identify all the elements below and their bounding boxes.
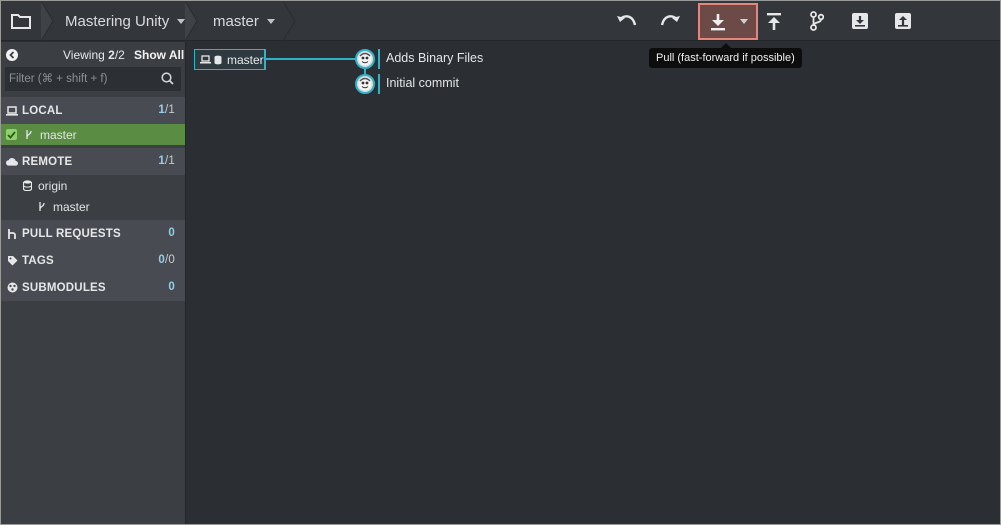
chevron-down-icon (266, 18, 275, 24)
branch-label-master[interactable]: master (194, 49, 266, 70)
commit-row-bar (378, 74, 380, 94)
pull-icon (711, 13, 725, 30)
branch-tag-label: master (227, 52, 264, 67)
remote-count: 1/1 (158, 155, 175, 167)
submodule-icon (6, 282, 18, 293)
repo-name: Mastering Unity (65, 12, 170, 30)
local-section-header[interactable]: LOCAL 1/1 (1, 97, 185, 124)
avatar[interactable] (355, 74, 375, 94)
pop-icon (895, 13, 911, 29)
redo-icon (660, 15, 680, 26)
pull-requests-label: PULL REQUESTS (22, 227, 121, 240)
toolbar: Mastering Unity master (1, 1, 1000, 41)
pop-button[interactable] (887, 5, 919, 37)
branch-selector[interactable]: master (213, 1, 275, 41)
local-label: LOCAL (22, 104, 63, 117)
database-icon (23, 180, 32, 191)
stash-icon (852, 13, 868, 29)
repo-selector[interactable]: Mastering Unity (65, 1, 186, 41)
breadcrumb-separator (283, 1, 296, 41)
branch-icon (810, 11, 824, 31)
push-icon (767, 13, 781, 30)
stash-button[interactable] (844, 5, 876, 37)
branch-link-line (266, 58, 356, 60)
pull-requests-count: 0 (168, 227, 175, 239)
commit-message[interactable]: Adds Binary Files (386, 51, 483, 65)
remote-branch-label: master (53, 199, 90, 214)
tags-label: TAGS (22, 254, 54, 267)
redo-button[interactable] (654, 5, 686, 37)
breadcrumb-separator (41, 1, 54, 41)
viewing-count: Viewing 2/2 (63, 48, 125, 62)
open-repo-button[interactable] (1, 1, 41, 41)
tags-section-header[interactable]: TAGS 0/0 (1, 247, 185, 274)
remote-origin[interactable]: origin (1, 175, 185, 196)
cloud-icon (6, 157, 18, 166)
viewing-label: Viewing (63, 48, 105, 62)
branch-name: master (213, 12, 259, 30)
chevron-down-icon (177, 18, 186, 24)
branch-icon (26, 130, 32, 139)
database-icon (214, 55, 222, 64)
pull-requests-section-header[interactable]: PULL REQUESTS 0 (1, 220, 185, 247)
commit-message[interactable]: Initial commit (386, 76, 459, 90)
laptop-icon (200, 55, 211, 64)
submodules-label: SUBMODULES (22, 281, 106, 294)
tag-icon (6, 255, 18, 266)
show-all-button[interactable]: Show All (134, 48, 184, 62)
local-count: 1/1 (158, 104, 175, 116)
undo-icon (617, 15, 637, 26)
sidebar-header: Viewing 2/2 Show All (1, 42, 185, 67)
viewing-total: /2 (114, 48, 125, 62)
local-branch-label: master (40, 127, 77, 142)
pull-request-icon (6, 228, 18, 240)
avatar-icon (358, 52, 372, 66)
collapse-sidebar-icon[interactable] (6, 49, 18, 61)
remote-branch-master[interactable]: master (1, 196, 185, 217)
submodules-count: 0 (168, 281, 175, 293)
laptop-icon (6, 105, 18, 116)
viewing-number: 2 (108, 48, 115, 62)
checkmark-icon (6, 129, 17, 140)
local-branch-master[interactable]: master (1, 124, 185, 145)
branch-icon (39, 202, 45, 211)
remote-section-header[interactable]: REMOTE 1/1 (1, 148, 185, 175)
pull-options-dropdown-icon[interactable] (740, 18, 748, 25)
commit-row-bar (378, 49, 380, 69)
filter-box (5, 67, 181, 91)
sidebar: Viewing 2/2 Show All LOCAL 1/1 (1, 42, 186, 524)
remote-name: origin (38, 178, 68, 193)
push-button[interactable] (758, 5, 790, 37)
undo-button[interactable] (611, 5, 643, 37)
tags-count: 0/0 (158, 254, 175, 266)
submodules-section-header[interactable]: SUBMODULES 0 (1, 274, 185, 301)
breadcrumb-separator (185, 1, 198, 41)
filter-input[interactable] (5, 67, 181, 91)
avatar-icon (358, 77, 372, 91)
search-icon[interactable] (161, 72, 174, 85)
pull-button[interactable] (698, 3, 758, 40)
branch-button[interactable] (801, 5, 833, 37)
remote-label: REMOTE (22, 155, 73, 168)
commit-graph (187, 42, 1000, 524)
app-window: Mastering Unity master Pull (fast-forwar… (0, 0, 1001, 525)
avatar[interactable] (355, 49, 375, 69)
folder-icon (11, 14, 31, 29)
